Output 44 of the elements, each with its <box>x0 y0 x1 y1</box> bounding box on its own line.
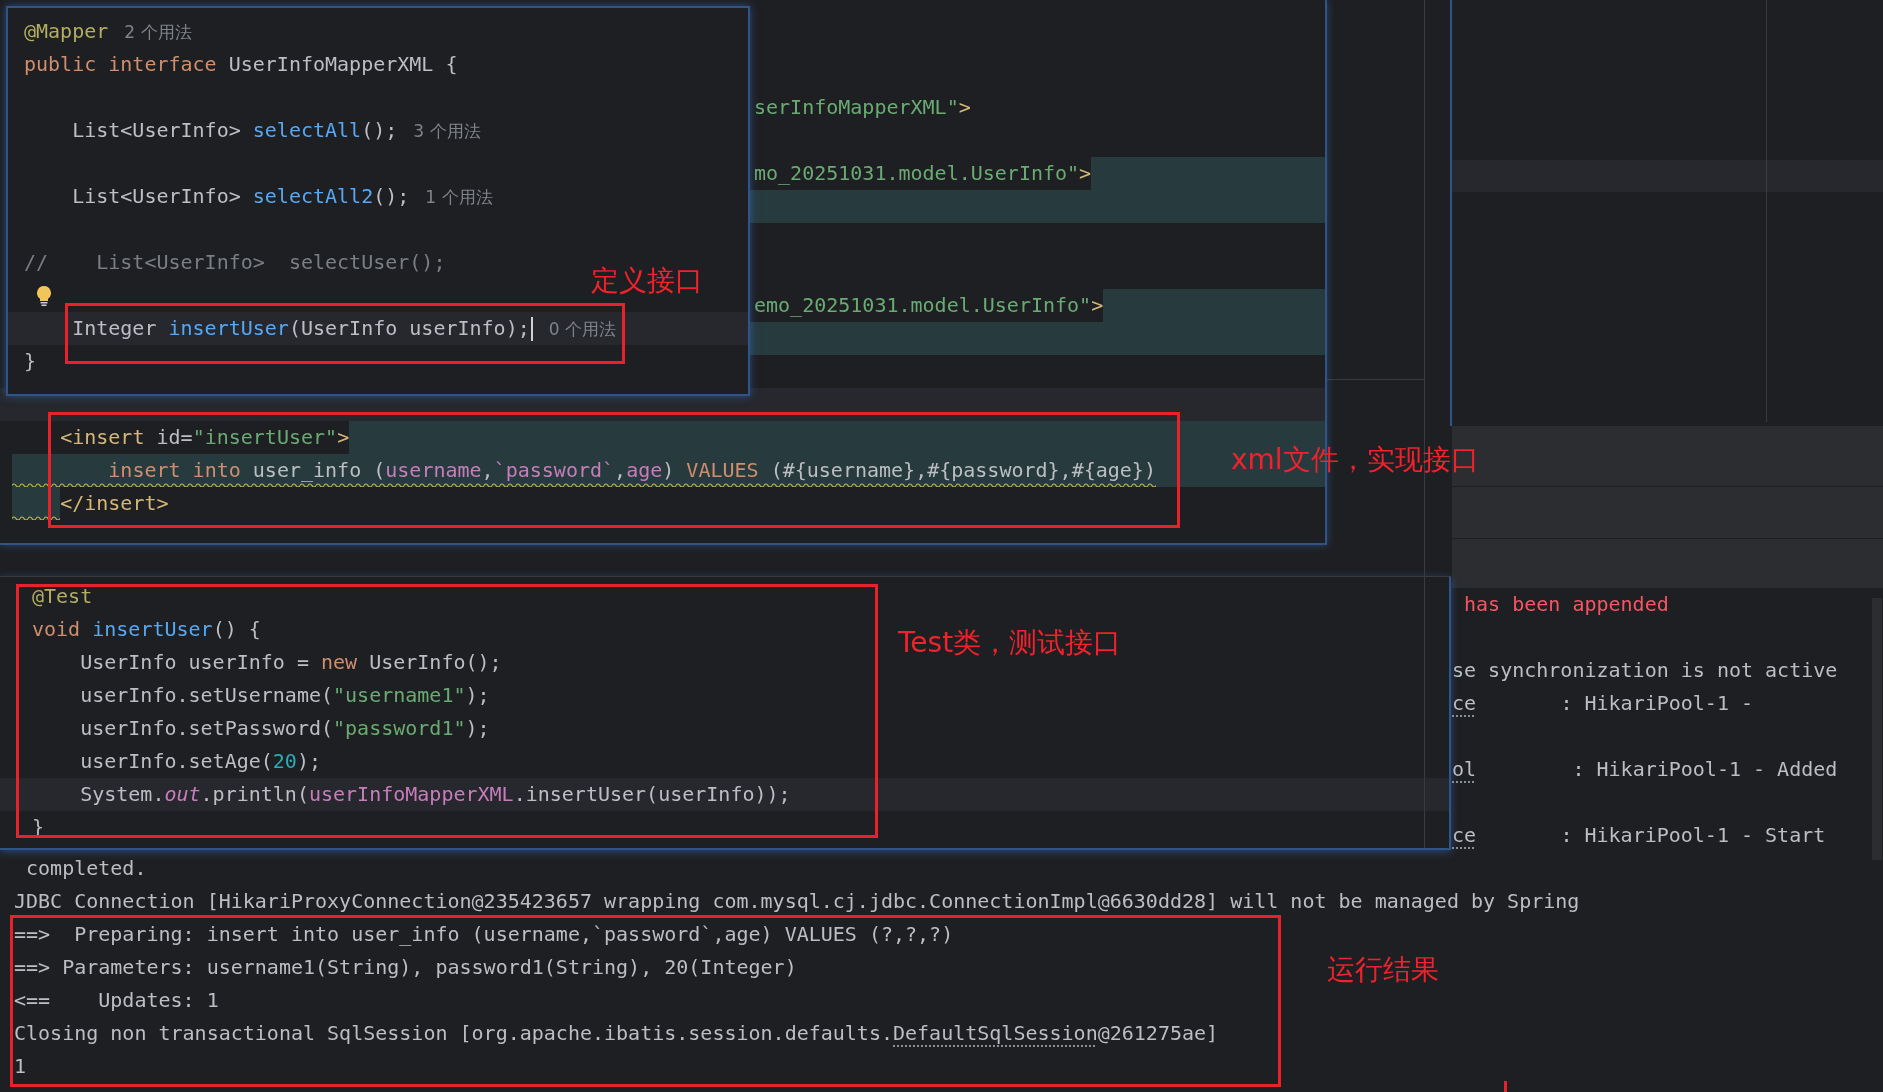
code-line: JDBC Connection [HikariProxyConnection@235423657 wrapping com.mysql.cj.jdbc.ConnectionImpl@6630dd28] will not be managed by Spring <box>14 891 1580 912</box>
code-line: @Test <box>32 586 93 607</box>
annotation-mark <box>1504 1081 1507 1092</box>
text-cursor-icon <box>530 316 533 341</box>
code-line: userInfo.setAge(20); <box>80 751 321 772</box>
code-line: </insert> <box>60 493 169 514</box>
code-line: public interface UserInfoMapperXML { <box>24 54 458 75</box>
code-line: UserInfo userInfo = new UserInfo(); <box>80 652 502 673</box>
code-line: ==> Preparing: insert into user_info (username,`password`,age) VALUES (?,?,?) <box>14 924 954 945</box>
code-line: insert into user_info (username,`password`,age) VALUES (#{username},#{password},#{age}) <box>108 460 1156 481</box>
usage-hint[interactable]: 3 个用法 <box>413 119 481 142</box>
code-line: <insert id="insertUser"> <box>60 427 350 448</box>
code-line: <== Updates: 1 <box>14 990 219 1011</box>
code-line: ce : HikariPool-1 - <box>1452 693 1754 714</box>
annotation-label: Test类，测试接口 <box>898 625 1122 661</box>
code-line: } <box>24 351 37 372</box>
code-line: Closing non transactional SqlSession [org.apache.ibatis.session.defaults.DefaultSqlSession@261275ae] <box>14 1023 1219 1044</box>
warning-underline <box>12 515 61 520</box>
annotation-label: xml文件，实现接口 <box>1231 442 1479 478</box>
annotation-label: 运行结果 <box>1327 952 1439 988</box>
code-line: has been appended <box>1464 594 1669 615</box>
code-line: void insertUser() { <box>32 619 261 640</box>
usage-hint[interactable]: 0 个用法 <box>548 317 616 340</box>
code-line: 1 <box>14 1056 27 1077</box>
code-line: ol : HikariPool-1 - Added <box>1452 759 1838 780</box>
code-line: // List<UserInfo> selectUser(); <box>24 252 446 273</box>
code-line: se synchronization is not active <box>1452 660 1838 681</box>
code-line: emo_20251031.model.UserInfo"> <box>754 295 1104 316</box>
code-line: List<UserInfo> selectAll2(); <box>72 186 410 207</box>
annotation-label: 定义接口 <box>591 263 703 299</box>
code-line: System.out.println(userInfoMapperXML.insertUser(userInfo)); <box>80 784 791 805</box>
usage-hint[interactable]: 2 个用法 <box>124 20 192 43</box>
code-line: userInfo.setPassword("password1"); <box>80 718 490 739</box>
code-line: mo_20251031.model.UserInfo"> <box>754 163 1092 184</box>
code-line: completed. <box>26 858 147 879</box>
code-line: userInfo.setUsername("username1"); <box>80 685 490 706</box>
light-bulb-icon[interactable] <box>37 285 51 306</box>
code-line: ==> Parameters: username1(String), password1(String), 20(Integer) <box>14 957 797 978</box>
code-line: ce : HikariPool-1 - Start <box>1452 825 1826 846</box>
usage-hint[interactable]: 1 个用法 <box>425 185 493 208</box>
code-line: serInfoMapperXML"> <box>754 97 971 118</box>
code-line: Integer insertUser(UserInfo userInfo); <box>72 318 530 339</box>
code-line: List<UserInfo> selectAll(); <box>72 120 398 141</box>
code-line: @Mapper <box>24 21 109 42</box>
